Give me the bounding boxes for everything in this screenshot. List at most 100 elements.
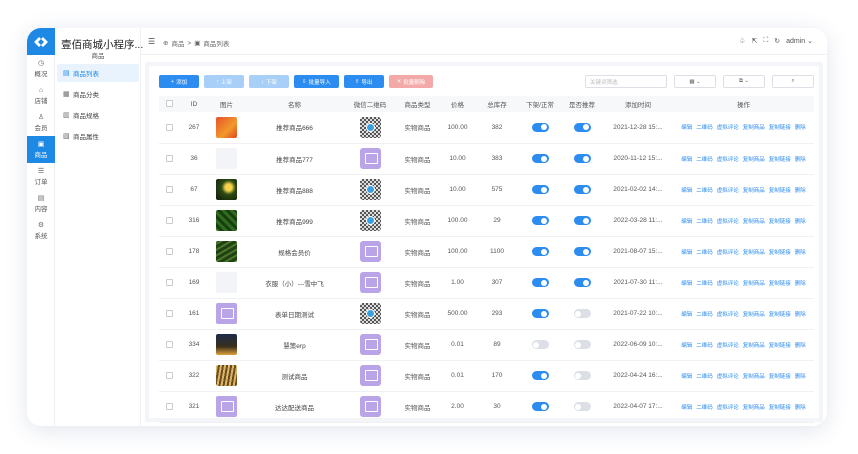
row-action-link[interactable]: 编辑 [681, 310, 692, 318]
row-action-link[interactable]: 虚拟评论 [717, 310, 739, 318]
row-action-link[interactable]: 编辑 [681, 248, 692, 256]
row-checkbox[interactable] [165, 278, 173, 286]
row-action-link[interactable]: 虚拟评论 [717, 279, 739, 287]
share-icon[interactable]: ⇱ [751, 37, 757, 45]
row-action-link[interactable]: 编辑 [681, 341, 692, 349]
row-action-link[interactable]: 虚拟评论 [717, 248, 739, 256]
row-action-link[interactable]: 删除 [795, 217, 806, 225]
row-action-link[interactable]: 复制商品 [743, 186, 765, 194]
row-action-link[interactable]: 二维码 [696, 186, 713, 194]
nav-item-5[interactable]: ▤ 内容 [27, 190, 55, 217]
status-toggle[interactable] [531, 278, 549, 287]
submenu-item-3[interactable]: ▧ 商品属性 [57, 127, 139, 145]
row-action-link[interactable]: 删除 [795, 186, 806, 194]
recommend-toggle[interactable] [573, 340, 591, 349]
recommend-toggle[interactable] [573, 216, 591, 225]
bulk-delete-button[interactable]: ✕ 批量删除 [388, 75, 434, 88]
row-action-link[interactable]: 二维码 [696, 155, 713, 163]
recommend-toggle[interactable] [573, 122, 591, 132]
row-action-link[interactable]: 复制链接 [769, 310, 791, 318]
row-action-link[interactable]: 复制商品 [743, 279, 765, 287]
recommend-toggle[interactable] [573, 154, 591, 163]
row-checkbox[interactable] [165, 216, 173, 224]
row-action-link[interactable]: 复制链接 [769, 372, 791, 380]
status-toggle[interactable] [531, 309, 549, 318]
status-toggle[interactable] [531, 247, 549, 256]
row-action-link[interactable]: 二维码 [696, 310, 713, 318]
row-action-link[interactable]: 复制商品 [743, 155, 765, 163]
fullscreen-icon[interactable]: ⛶ [763, 37, 768, 45]
row-checkbox[interactable] [165, 247, 173, 255]
row-action-link[interactable]: 编辑 [681, 372, 692, 380]
category-select[interactable]: ▦ ⌄ [674, 75, 716, 88]
row-action-link[interactable]: 删除 [795, 123, 806, 131]
notification-icon[interactable]: ♤ [739, 37, 745, 45]
row-action-link[interactable]: 复制链接 [769, 279, 791, 287]
status-toggle[interactable] [531, 185, 549, 194]
row-action-link[interactable]: 虚拟评论 [717, 403, 739, 411]
table-row[interactable]: 321 达达配送商品 实物商品 2.00 30 2022-04-07 17:... 编辑 二维… [159, 391, 814, 423]
table-row[interactable]: 316 推荐商品999 实物商品 100.00 29 2022-03-28 11:... 编… [159, 205, 814, 237]
on-shelf-button[interactable]: ↑ 上架 [204, 75, 244, 88]
row-action-link[interactable]: 删除 [795, 155, 806, 163]
table-row[interactable]: 67 推荐商品888 实物商品 10.00 575 2021-02-02 14:... 编辑… [159, 174, 814, 206]
wechat-qr-code[interactable] [359, 396, 381, 417]
wechat-qr-code[interactable] [359, 210, 381, 231]
row-action-link[interactable]: 复制链接 [769, 341, 791, 349]
recommend-toggle[interactable] [573, 185, 591, 194]
status-toggle[interactable] [531, 371, 549, 380]
recommend-toggle[interactable] [573, 309, 591, 318]
table-row[interactable]: 169 衣服（小）---雪中飞 实物商品 1.00 307 2021-07-30 11:.… [159, 267, 814, 299]
status-toggle[interactable] [531, 216, 549, 225]
nav-item-4[interactable]: ☰ 订单 [27, 163, 55, 190]
table-row[interactable]: 178 规格会员价 实物商品 100.00 1100 2021-08-07 15:... 编… [159, 236, 814, 268]
recommend-toggle[interactable] [573, 402, 591, 411]
keyword-filter-input[interactable]: 关键词筛选 [585, 75, 667, 88]
wechat-qr-code[interactable] [359, 303, 381, 324]
row-action-link[interactable]: 编辑 [681, 279, 692, 287]
wechat-qr-code[interactable] [359, 241, 381, 262]
type-select[interactable]: ⧉ ⌄ [723, 75, 765, 88]
status-toggle[interactable] [531, 340, 549, 349]
submenu-item-0[interactable]: ▤ 商品列表 [57, 64, 139, 82]
status-toggle[interactable] [531, 154, 549, 163]
row-action-link[interactable]: 复制链接 [769, 248, 791, 256]
table-row[interactable]: 161 表单日期测试 实物商品 500.00 293 2021-07-22 10:... 编… [159, 298, 814, 330]
wechat-qr-code[interactable] [359, 148, 381, 169]
row-action-link[interactable]: 复制商品 [743, 248, 765, 256]
row-action-link[interactable]: 编辑 [681, 155, 692, 163]
nav-item-0[interactable]: ◷ 概况 [27, 55, 55, 82]
submenu-item-1[interactable]: ▦ 商品分类 [57, 85, 139, 103]
row-action-link[interactable]: 删除 [795, 403, 806, 411]
refresh-icon[interactable]: ↻ [774, 37, 780, 45]
row-action-link[interactable]: 复制商品 [743, 310, 765, 318]
row-action-link[interactable]: 编辑 [681, 186, 692, 194]
row-action-link[interactable]: 虚拟评论 [717, 217, 739, 225]
row-checkbox[interactable] [165, 154, 173, 162]
row-action-link[interactable]: 复制链接 [769, 155, 791, 163]
nav-item-3[interactable]: ▣ 商品 [27, 136, 55, 163]
row-action-link[interactable]: 编辑 [681, 123, 692, 131]
table-row[interactable]: 267 推荐商品666 实物商品 100.00 382 2021-12-28 15:...… [159, 112, 814, 144]
export-button[interactable]: ⇧ 导出 [343, 75, 384, 88]
wechat-qr-code[interactable] [359, 334, 381, 355]
wechat-qr-code[interactable] [359, 272, 381, 293]
row-checkbox[interactable] [165, 123, 173, 131]
app-logo[interactable] [27, 28, 55, 55]
menu-toggle-icon[interactable]: ☰ [148, 37, 155, 46]
status-toggle[interactable] [531, 122, 549, 132]
row-action-link[interactable]: 虚拟评论 [717, 186, 739, 194]
user-menu[interactable]: admin ⌄ [786, 37, 813, 45]
row-checkbox[interactable] [165, 185, 173, 193]
row-action-link[interactable]: 复制链接 [769, 217, 791, 225]
table-row[interactable]: 322 测试商品 实物商品 0.01 170 2022-04-24 16:... 编辑 二维码… [159, 360, 814, 392]
recommend-toggle[interactable] [573, 371, 591, 380]
submenu-item-2[interactable]: ▥ 商品规格 [57, 106, 139, 124]
nav-item-2[interactable]: ♙ 会员 [27, 109, 55, 136]
row-checkbox[interactable] [165, 402, 173, 410]
table-row[interactable]: 36 推荐商品777 实物商品 10.00 383 2020-11-12 15:... 编辑… [159, 143, 814, 175]
bulk-import-button[interactable]: ⇩ 批量导入 [294, 75, 339, 88]
row-action-link[interactable]: 删除 [795, 248, 806, 256]
wechat-qr-code[interactable] [359, 116, 381, 138]
row-checkbox[interactable] [165, 371, 173, 379]
